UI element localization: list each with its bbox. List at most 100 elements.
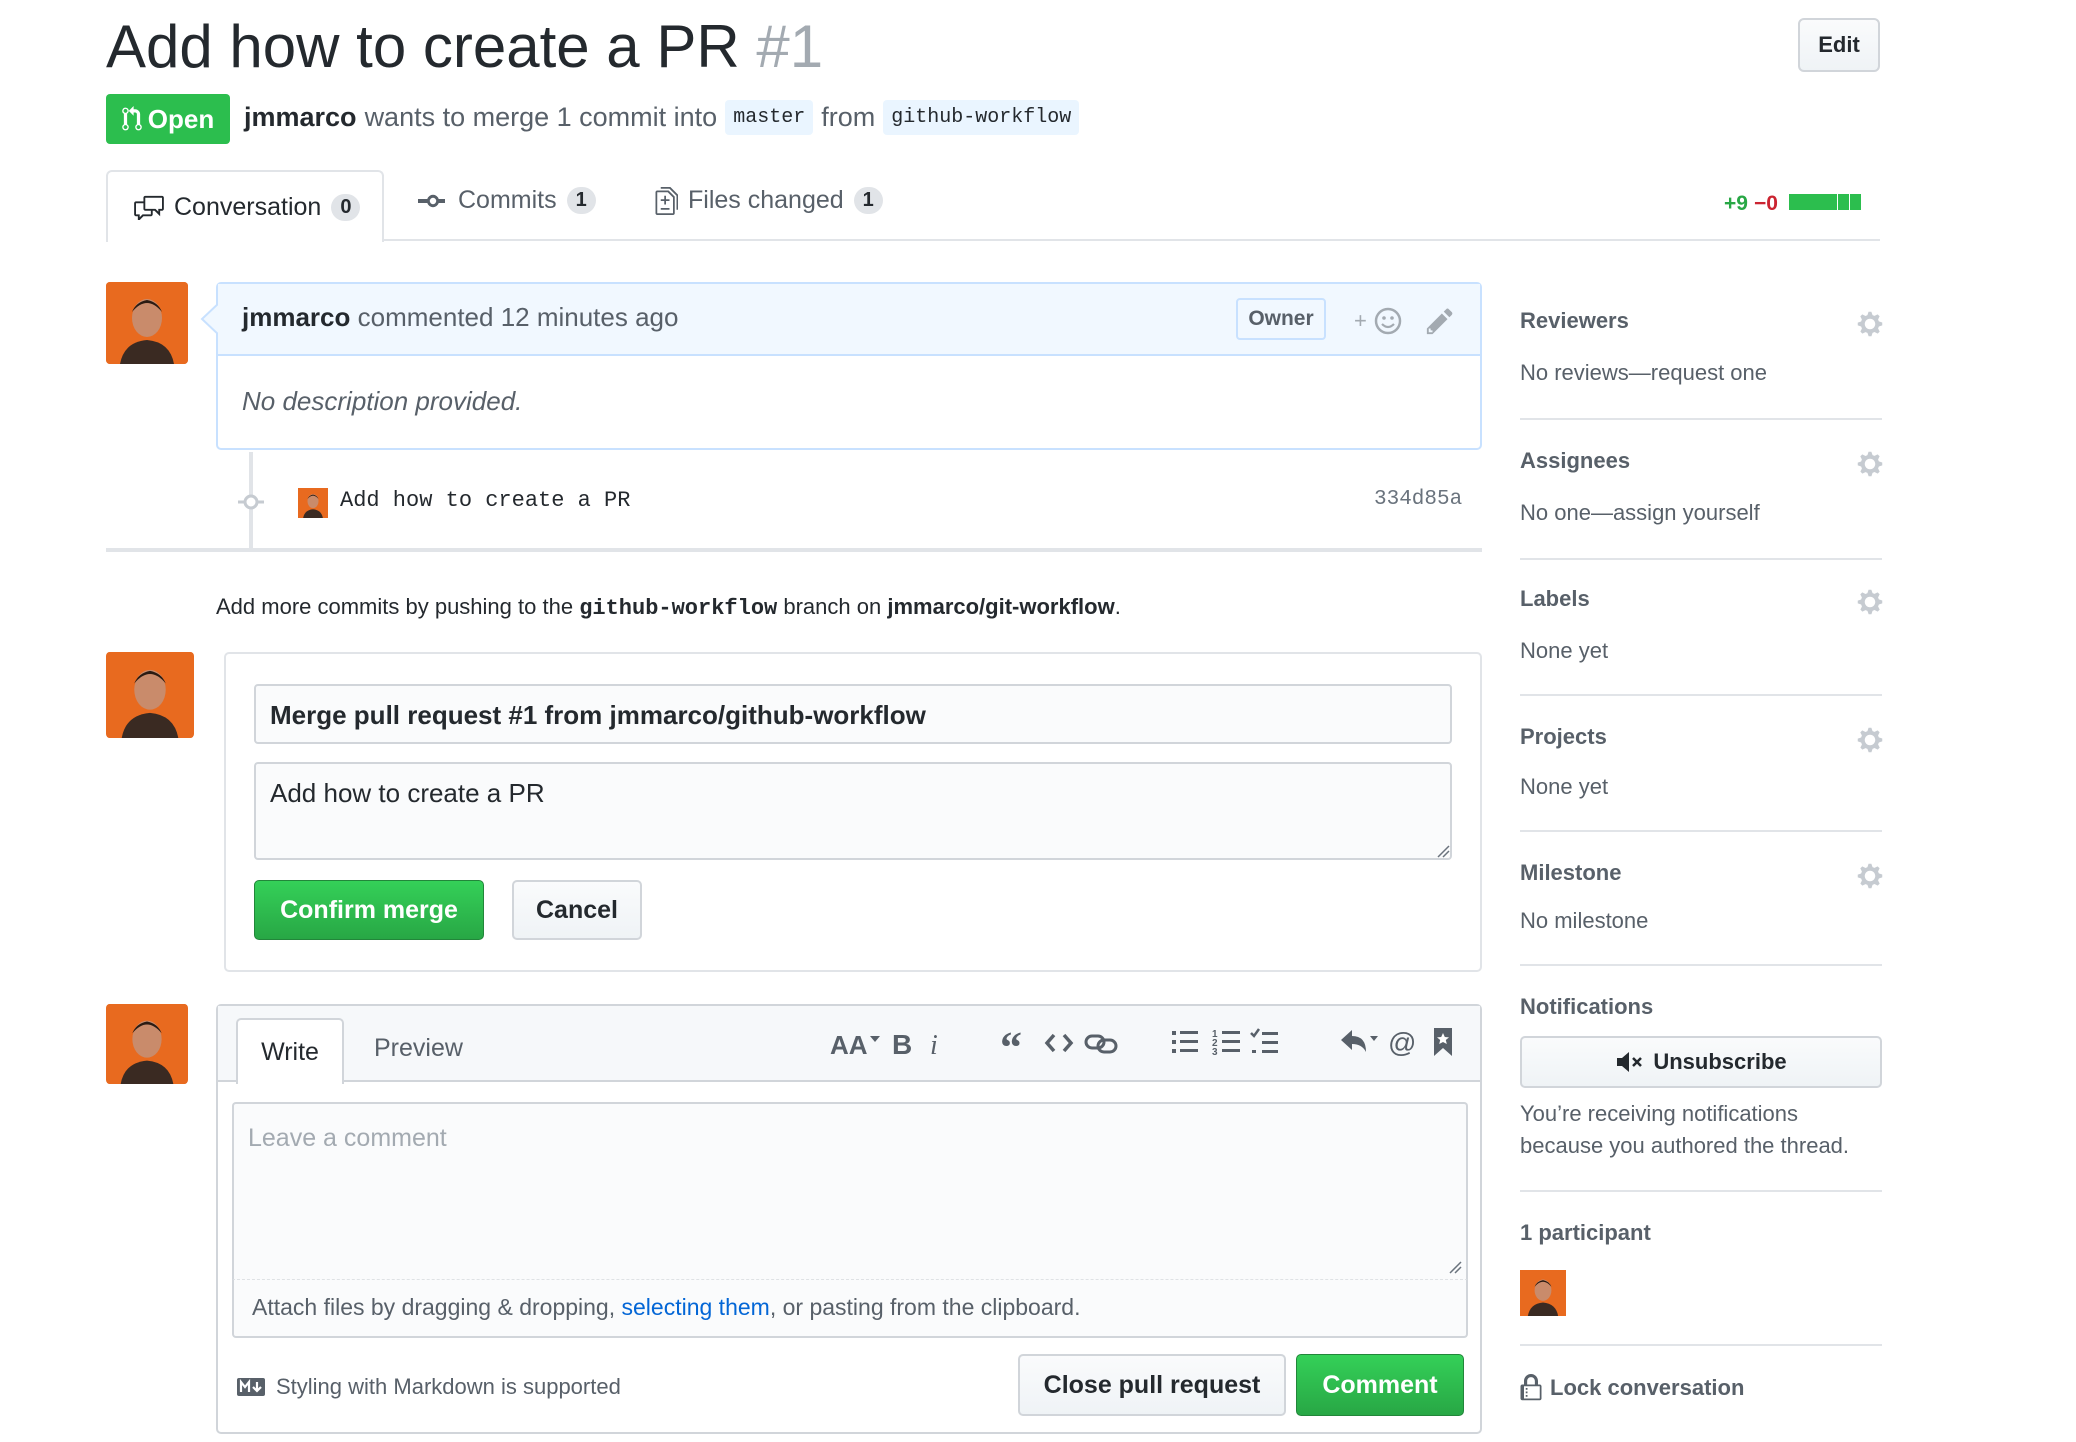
resize-handle-icon[interactable] (1448, 1260, 1462, 1274)
commit-sha[interactable]: 334d85a (1374, 488, 1462, 511)
tab-conversation-count: 0 (331, 193, 361, 221)
tab-conversation-label: Conversation (174, 192, 322, 221)
labels-value: None yet (1520, 638, 1609, 663)
file-diff-icon (655, 186, 678, 215)
commit-author-avatar[interactable] (298, 488, 328, 518)
sidebar-divider (1520, 1344, 1882, 1346)
tab-files-changed[interactable]: Files changed 1 (654, 186, 883, 215)
svg-text:AA: AA (830, 1030, 868, 1060)
gear-icon[interactable] (1856, 588, 1884, 616)
base-branch[interactable]: master (725, 100, 814, 135)
bullet-list-icon[interactable] (1170, 1026, 1200, 1058)
timeline-divider (106, 548, 1482, 552)
add-reaction-icon[interactable]: + (1354, 304, 1404, 338)
mute-icon (1617, 1052, 1643, 1072)
commit-icon (236, 494, 266, 510)
merge-title-input[interactable]: Merge pull request #1 from jmmarco/githu… (254, 684, 1452, 744)
tab-files-count: 1 (853, 187, 883, 214)
tab-commits[interactable]: Commits 1 (418, 186, 596, 215)
italic-icon[interactable]: i (928, 1024, 946, 1064)
code-icon[interactable] (1044, 1028, 1074, 1058)
sidebar-divider (1520, 830, 1882, 832)
merge-message-textarea[interactable]: Add how to create a PR (254, 762, 1452, 860)
close-pull-request-button[interactable]: Close pull request (1018, 1354, 1286, 1416)
quote-icon[interactable]: “ (1000, 1024, 1032, 1064)
assignees-heading[interactable]: Assignees (1520, 448, 1630, 474)
diffstat-blocks (1788, 192, 1861, 216)
lock-conversation-link[interactable]: Lock conversation (1520, 1374, 1744, 1402)
edit-button[interactable]: Edit (1798, 18, 1880, 72)
push-hint: Add more commits by pushing to the githu… (216, 594, 1121, 621)
unsubscribe-button[interactable]: Unsubscribe (1520, 1036, 1882, 1088)
commit-icon (418, 194, 445, 207)
task-list-icon[interactable] (1250, 1026, 1280, 1058)
avatar[interactable] (106, 652, 194, 738)
participants-heading: 1 participant (1520, 1220, 1651, 1245)
tab-commits-count: 1 (566, 187, 596, 214)
merge-text: wants to merge 1 commit into (364, 102, 718, 132)
gear-icon[interactable] (1856, 726, 1884, 754)
cancel-button[interactable]: Cancel (512, 880, 642, 940)
avatar[interactable] (106, 1004, 188, 1084)
tab-write[interactable]: Write (236, 1018, 344, 1084)
head-branch[interactable]: github-workflow (883, 100, 1080, 135)
participant-avatar[interactable] (1520, 1270, 1566, 1316)
reply-icon[interactable] (1338, 1024, 1380, 1060)
push-hint-middle: branch on (783, 594, 882, 619)
diffstat-block (1849, 194, 1861, 210)
reviewers-heading[interactable]: Reviewers (1520, 308, 1629, 334)
assignees-value[interactable]: No one—assign yourself (1520, 500, 1760, 526)
status-badge: Open (106, 94, 230, 144)
push-hint-repo[interactable]: jmmarco/git-workflow (887, 594, 1114, 619)
comment-body: No description provided. (242, 386, 523, 416)
tab-conversation[interactable]: Conversation 0 (106, 170, 384, 242)
diffstat-deletions: −0 (1753, 192, 1778, 215)
link-icon[interactable] (1084, 1028, 1118, 1058)
owner-badge: Owner (1236, 298, 1326, 340)
gear-icon[interactable] (1856, 862, 1884, 890)
svg-text:3: 3 (1212, 1047, 1218, 1058)
comment-textarea[interactable]: Leave a comment (232, 1102, 1468, 1280)
milestone-value: No milestone (1520, 908, 1649, 933)
bold-icon[interactable]: B (892, 1024, 914, 1064)
comment-header-text: jmmarco commented 12 minutes ago (242, 302, 678, 333)
lock-conversation-label: Lock conversation (1550, 1375, 1745, 1400)
mention-icon[interactable]: @ (1388, 1024, 1418, 1060)
resize-handle-icon[interactable] (1436, 844, 1450, 858)
projects-heading[interactable]: Projects (1520, 724, 1607, 750)
projects-value: None yet (1520, 774, 1609, 799)
comment-action[interactable]: commented 12 minutes ago (358, 302, 679, 332)
gear-icon[interactable] (1856, 310, 1884, 338)
sidebar-divider (1520, 964, 1882, 966)
notifications-heading: Notifications (1520, 994, 1654, 1019)
confirm-merge-button[interactable]: Confirm merge (254, 880, 484, 940)
gear-icon[interactable] (1856, 450, 1884, 478)
diffstat-additions: +9 (1724, 192, 1748, 215)
unsubscribe-label: Unsubscribe (1653, 1049, 1787, 1074)
diffstat-block (1837, 194, 1849, 210)
numbered-list-icon[interactable]: 1 2 3 (1212, 1026, 1242, 1058)
reviewers-value[interactable]: No reviews—request one (1520, 360, 1767, 386)
svg-text:@: @ (1388, 1027, 1416, 1058)
diffstat-block (1788, 194, 1837, 210)
select-files-link[interactable]: selecting them (622, 1294, 770, 1320)
labels-heading[interactable]: Labels (1520, 586, 1590, 612)
avatar[interactable] (106, 282, 188, 364)
author-link[interactable]: jmmarco (244, 102, 357, 133)
tab-preview[interactable]: Preview (374, 1034, 463, 1063)
markdown-hint[interactable]: Styling with Markdown is supported (236, 1374, 621, 1400)
tab-commits-label: Commits (458, 186, 557, 214)
tab-files-label: Files changed (688, 186, 844, 214)
pr-meta: jmmarco wants to merge 1 commit into mas… (244, 100, 1080, 135)
bookmark-icon[interactable] (1432, 1026, 1454, 1058)
pencil-icon[interactable] (1426, 306, 1454, 336)
header-icon[interactable]: AA (830, 1024, 882, 1064)
comment-author[interactable]: jmmarco (242, 302, 350, 332)
milestone-heading[interactable]: Milestone (1520, 860, 1621, 886)
from-text: from (821, 102, 876, 132)
attach-prefix: Attach files by dragging & dropping, (252, 1294, 616, 1320)
commit-message[interactable]: Add how to create a PR (340, 488, 630, 513)
attach-files-bar[interactable]: Attach files by dragging & dropping, sel… (232, 1280, 1468, 1338)
push-hint-prefix: Add more commits by pushing to the (216, 594, 574, 619)
comment-button[interactable]: Comment (1296, 1354, 1464, 1416)
